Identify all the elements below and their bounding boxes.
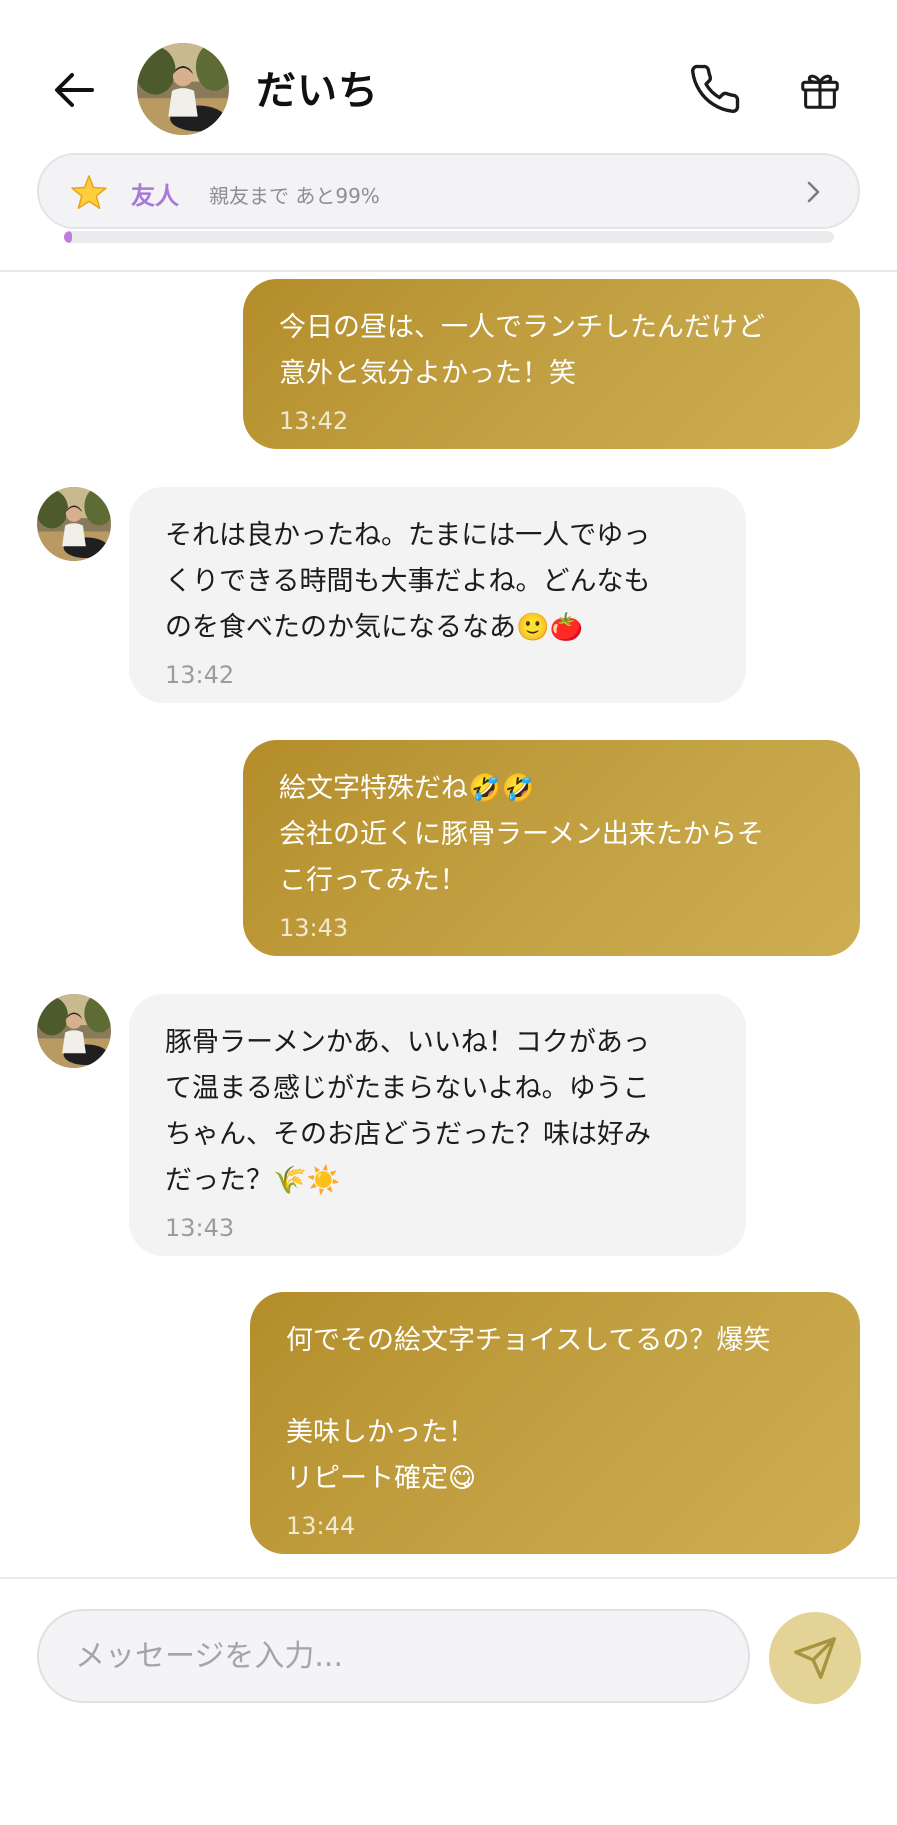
message-composer <box>0 1577 897 1825</box>
send-icon <box>794 1637 836 1679</box>
gift-icon <box>801 74 839 109</box>
gift-button[interactable] <box>794 62 846 118</box>
message-time: 13:44 <box>286 1512 356 1540</box>
back-button[interactable] <box>46 62 102 118</box>
arrow-left-icon <box>55 73 94 107</box>
relationship-card[interactable]: 友人 親友まで あと99% <box>37 153 860 229</box>
message-bubble-outgoing: 何でその絵文字チョイスしてるの？爆笑 美味しかった！ リピート確定😋 13:44 <box>250 1292 860 1554</box>
phone-icon <box>691 64 740 113</box>
relationship-level: 友人 <box>131 182 179 210</box>
contact-avatar[interactable] <box>137 43 229 135</box>
chevron-right-icon <box>807 181 820 203</box>
message-bubble-incoming: 豚骨ラーメンかあ、いいね！コクがあっ て温まる感じがたまらないよね。ゆうこ ちゃ… <box>129 994 746 1256</box>
partner-avatar[interactable] <box>37 994 111 1068</box>
message-bubble-incoming: それは良かったね。たまには一人でゆっ くりできる時間も大事だよね。どんなも のを… <box>129 487 746 703</box>
message-bubble-outgoing: 絵文字特殊だね🤣🤣 会社の近くに豚骨ラーメン出来たからそ こ行ってみた！ 13:… <box>243 740 860 956</box>
send-button[interactable] <box>769 1612 861 1704</box>
relationship-progress-bar <box>64 231 834 243</box>
relationship-progress-text: 親友まで あと99% <box>209 184 380 208</box>
message-input[interactable] <box>37 1609 750 1703</box>
partner-avatar[interactable] <box>37 487 111 561</box>
message-time: 13:43 <box>279 914 349 942</box>
call-button[interactable] <box>686 60 744 118</box>
relationship-progress-fill <box>64 231 72 243</box>
message-time: 13:42 <box>279 407 349 435</box>
message-text: 今日の昼は、一人でランチしたんだけど 意外と気分よかった！笑 <box>279 312 765 389</box>
star-icon <box>71 175 107 209</box>
message-bubble-outgoing: 今日の昼は、一人でランチしたんだけど 意外と気分よかった！笑 13:42 <box>243 279 860 449</box>
message-list[interactable]: 今日の昼は、一人でランチしたんだけど 意外と気分よかった！笑 13:42 それは… <box>0 274 897 1577</box>
message-time: 13:43 <box>165 1214 235 1242</box>
message-text: 豚骨ラーメンかあ、いいね！コクがあっ て温まる感じがたまらないよね。ゆうこ ちゃ… <box>165 1027 651 1196</box>
contact-name: だいち <box>256 68 379 114</box>
chat-header: だいち 友人 親友まで あと99% <box>0 0 897 272</box>
message-text: 何でその絵文字チョイスしてるの？爆笑 美味しかった！ リピート確定😋 <box>286 1325 771 1494</box>
message-time: 13:42 <box>165 661 235 689</box>
message-text: 絵文字特殊だね🤣🤣 会社の近くに豚骨ラーメン出来たからそ こ行ってみた！ <box>279 773 764 896</box>
message-text: それは良かったね。たまには一人でゆっ くりできる時間も大事だよね。どんなも のを… <box>165 520 651 643</box>
